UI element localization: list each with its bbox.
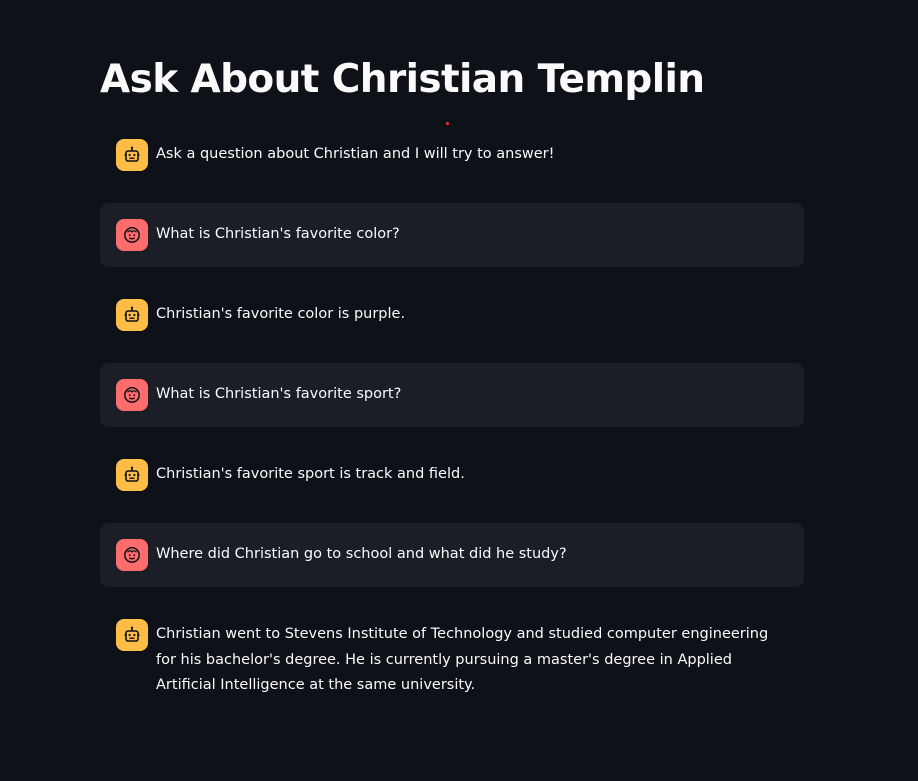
chat-app: Ask About Christian Templin Ask a questi… <box>0 0 918 781</box>
user-message: What is Christian's favorite sport? <box>100 363 804 427</box>
smiley-face-icon <box>116 539 148 571</box>
message-text: Ask a question about Christian and I wil… <box>156 146 555 162</box>
user-message: Where did Christian go to school and wha… <box>100 523 804 587</box>
message-text: Christian's favorite sport is track and … <box>156 466 465 482</box>
message-text: What is Christian's favorite color? <box>156 226 400 242</box>
assistant-message: Christian's favorite sport is track and … <box>100 443 804 507</box>
user-message: What is Christian's favorite color? <box>100 203 804 267</box>
message-text: Christian's favorite color is purple. <box>156 306 406 322</box>
assistant-message: Ask a question about Christian and I wil… <box>100 123 804 187</box>
message-text: What is Christian's favorite sport? <box>156 386 402 402</box>
assistant-message: Christian's favorite color is purple. <box>100 283 804 347</box>
assistant-message: Christian went to Stevens Institute of T… <box>100 603 804 715</box>
robot-face-icon <box>116 299 148 331</box>
robot-face-icon <box>116 459 148 491</box>
message-text: Christian went to Stevens Institute of T… <box>156 626 769 693</box>
robot-face-icon <box>116 619 148 651</box>
smiley-face-icon <box>116 379 148 411</box>
smiley-face-icon <box>116 219 148 251</box>
message-text: Where did Christian go to school and wha… <box>156 546 567 562</box>
robot-face-icon <box>116 139 148 171</box>
page-title: Ask About Christian Templin <box>100 57 705 102</box>
